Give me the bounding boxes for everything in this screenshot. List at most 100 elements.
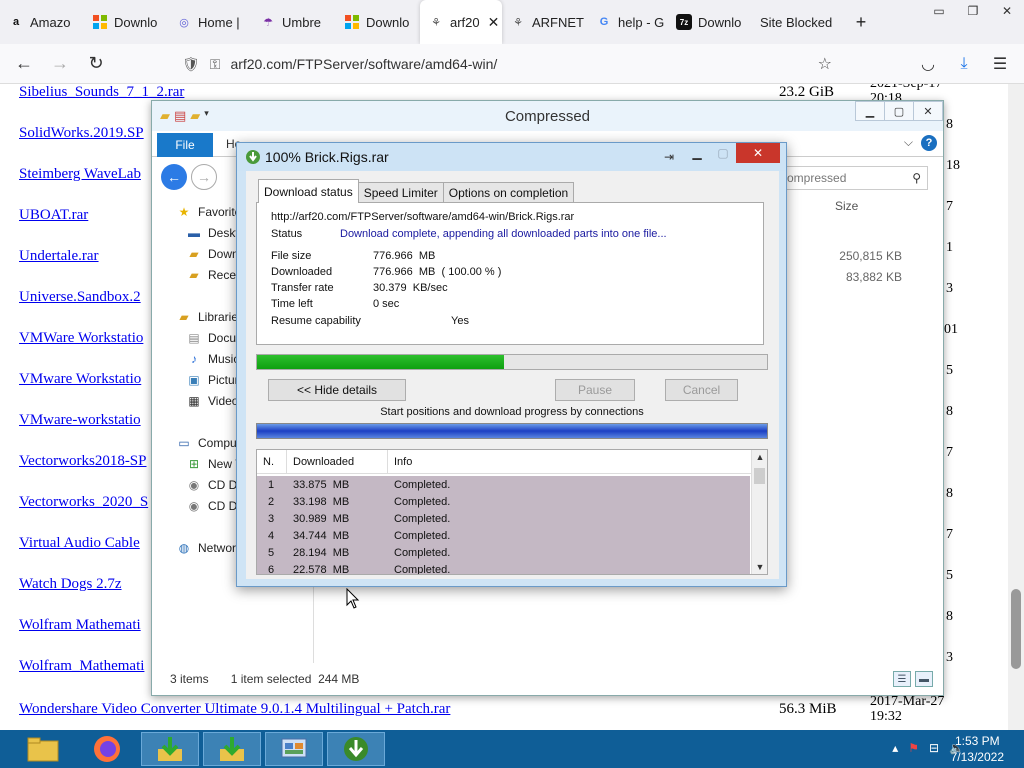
file-link[interactable]: UBOAT.rar bbox=[19, 207, 88, 224]
shield-icon[interactable]: 🛡 bbox=[182, 56, 200, 73]
tab-download-2[interactable]: Downlo bbox=[336, 0, 420, 44]
file-explorer-button[interactable] bbox=[14, 732, 72, 766]
file-link[interactable]: Steimberg WaveLab bbox=[19, 166, 141, 183]
download-manager-button-1[interactable] bbox=[141, 732, 199, 766]
tab-download-status[interactable]: Download status bbox=[258, 179, 359, 203]
file-name[interactable]: Vectorworks_2020_S bbox=[19, 494, 148, 510]
tab-site-blocked[interactable]: Site Blocked bbox=[750, 0, 846, 44]
maximize-icon[interactable]: ▢ bbox=[710, 143, 736, 163]
tree-music[interactable]: ♪ Music bbox=[186, 352, 239, 366]
help-icon[interactable]: ? bbox=[921, 135, 937, 151]
column-header-info[interactable]: Info bbox=[388, 450, 753, 473]
downloads-icon[interactable]: ⤓ bbox=[948, 50, 980, 78]
bookmark-star-icon[interactable]: ☆ bbox=[818, 54, 832, 74]
download-dialog-title-bar[interactable]: 100% Brick.Rigs.rar ⇥ ▁ ▢ ✕ bbox=[237, 143, 786, 171]
close-icon[interactable]: ✕ bbox=[736, 143, 780, 163]
tree-libraries[interactable]: ▰ Librarie bbox=[176, 310, 238, 324]
minimize-to-tray-icon[interactable]: ⇥ bbox=[664, 150, 674, 164]
table-row[interactable]: 5 28.194 MB Completed. bbox=[257, 544, 750, 561]
column-header-downloaded[interactable]: Downloaded bbox=[287, 450, 388, 473]
forward-arrow-icon[interactable]: → bbox=[42, 48, 78, 80]
expand-ribbon-icon[interactable]: ⌵ bbox=[904, 135, 913, 150]
scrollbar-thumb[interactable] bbox=[1011, 589, 1021, 669]
file-name[interactable]: Undertale.rar bbox=[19, 248, 99, 264]
tree-pictures[interactable]: ▣ Pictur bbox=[186, 373, 238, 387]
ribbon-file-tab[interactable]: File bbox=[157, 133, 213, 157]
back-arrow-icon[interactable]: ← bbox=[161, 164, 187, 190]
menu-icon[interactable]: ☰ bbox=[984, 50, 1016, 78]
file-name[interactable]: Virtual Audio Cable bbox=[19, 535, 140, 551]
table-row[interactable]: 1 33.875 MB Completed. bbox=[257, 476, 750, 493]
idm-taskbar-button[interactable] bbox=[327, 732, 385, 766]
page-scrollbar[interactable] bbox=[1008, 84, 1024, 730]
file-link[interactable]: Wolfram Mathemati bbox=[19, 617, 141, 634]
close-icon[interactable]: ✕ bbox=[913, 101, 943, 121]
tab-umbrella[interactable]: ☂ Umbre bbox=[252, 0, 336, 44]
file-link[interactable]: VMWare Workstatio bbox=[19, 330, 143, 347]
file-name[interactable]: Universe.Sandbox.2 bbox=[19, 289, 141, 305]
maximize-icon[interactable]: ▢ bbox=[884, 101, 914, 121]
maximize-icon[interactable]: ❐ bbox=[956, 0, 990, 22]
file-link[interactable]: Wondershare Video Converter Ultimate 9.0… bbox=[19, 701, 450, 718]
file-link[interactable]: Universe.Sandbox.2 bbox=[19, 289, 141, 306]
pocket-icon[interactable]: ◡ bbox=[912, 50, 944, 78]
tree-computer[interactable]: ▭ Compu bbox=[176, 436, 236, 450]
tab-7zip[interactable]: 7z Downlo bbox=[668, 0, 750, 44]
tab-home[interactable]: ◎ Home | bbox=[168, 0, 252, 44]
table-row[interactable]: 3 30.989 MB Completed. bbox=[257, 510, 750, 527]
table-row[interactable]: 2 33.198 MB Completed. bbox=[257, 493, 750, 510]
file-link[interactable]: Virtual Audio Cable bbox=[19, 535, 140, 552]
file-link[interactable]: Watch Dogs 2.7z bbox=[19, 576, 122, 593]
tab-speed-limiter[interactable]: Speed Limiter bbox=[357, 182, 444, 203]
tree-cd-drive-2[interactable]: ◉ CD Dr bbox=[186, 499, 242, 513]
show-hidden-icons-icon[interactable]: ▴ bbox=[892, 741, 898, 755]
tree-documents[interactable]: ▤ Docu bbox=[186, 331, 236, 345]
folder-icon[interactable]: ▰ bbox=[160, 108, 170, 124]
url-text[interactable]: arf20.com/FTPServer/software/amd64-win/ bbox=[230, 56, 497, 72]
scrollbar-thumb[interactable] bbox=[754, 468, 765, 484]
forward-arrow-icon[interactable]: → bbox=[191, 164, 217, 190]
file-name[interactable]: SolidWorks.2019.SP bbox=[19, 125, 144, 141]
properties-icon[interactable]: ▤ bbox=[174, 108, 186, 124]
tab-arf20[interactable]: ⚘ arf20 ✕ bbox=[420, 0, 502, 44]
new-tab-button[interactable]: + bbox=[846, 0, 876, 44]
file-name[interactable]: VMWare Workstatio bbox=[19, 330, 143, 346]
column-header-number[interactable]: N. bbox=[257, 450, 287, 473]
tree-videos[interactable]: ▦ Video bbox=[186, 394, 238, 408]
back-arrow-icon[interactable]: ← bbox=[6, 48, 42, 80]
file-link[interactable]: VMware-workstatio bbox=[19, 412, 141, 429]
tree-desktop[interactable]: ▬ Deskt bbox=[186, 226, 239, 240]
tree-network[interactable]: ◍ Networ bbox=[176, 541, 236, 555]
scroll-up-icon[interactable]: ▲ bbox=[752, 450, 767, 464]
table-row[interactable]: 6 22.578 MB Completed. bbox=[257, 561, 750, 574]
firefox-button[interactable] bbox=[78, 732, 136, 766]
file-name[interactable]: Wolfram_Mathemati bbox=[19, 658, 144, 674]
file-link[interactable]: SolidWorks.2019.SP bbox=[19, 125, 144, 142]
table-row[interactable]: 4 34.744 MB Completed. bbox=[257, 527, 750, 544]
file-link[interactable]: Wolfram_Mathemati bbox=[19, 658, 144, 675]
control-panel-button[interactable] bbox=[265, 732, 323, 766]
tree-recent[interactable]: ▰ Recen bbox=[186, 268, 242, 282]
download-manager-button-2[interactable] bbox=[203, 732, 261, 766]
search-box[interactable]: ompressed ⚲ bbox=[782, 166, 928, 190]
file-link[interactable]: Sibelius_Sounds_7_1_2.rar bbox=[19, 84, 184, 101]
tree-cd-drive-1[interactable]: ◉ CD Dr bbox=[186, 478, 242, 492]
dropdown-icon[interactable]: ▾ bbox=[204, 108, 209, 124]
file-name[interactable]: VMware Workstatio bbox=[19, 371, 141, 387]
flag-icon[interactable]: ⚑ bbox=[908, 741, 919, 755]
column-header-size[interactable]: Size bbox=[835, 199, 858, 213]
file-link[interactable]: Vectorworks_2020_S bbox=[19, 494, 148, 511]
tab-download-1[interactable]: Downlo bbox=[84, 0, 168, 44]
minimize-icon[interactable]: ▭ bbox=[922, 0, 956, 22]
file-name[interactable]: Wolfram Mathemati bbox=[19, 617, 141, 633]
connections-scrollbar[interactable]: ▲ ▼ bbox=[751, 450, 767, 574]
file-link[interactable]: Undertale.rar bbox=[19, 248, 99, 265]
hide-details-button[interactable]: << Hide details bbox=[268, 379, 406, 401]
tree-favorites[interactable]: ★ Favorite bbox=[176, 205, 242, 219]
tab-google-help[interactable]: G help - G bbox=[588, 0, 668, 44]
tab-options-on-completion[interactable]: Options on completion bbox=[442, 182, 575, 203]
cancel-button[interactable]: Cancel bbox=[665, 379, 738, 401]
file-name[interactable]: Sibelius_Sounds_7_1_2.rar bbox=[19, 84, 184, 100]
details-view-icon[interactable]: ☰ bbox=[893, 671, 911, 687]
file-name[interactable]: Wondershare Video Converter Ultimate 9.0… bbox=[19, 701, 450, 717]
